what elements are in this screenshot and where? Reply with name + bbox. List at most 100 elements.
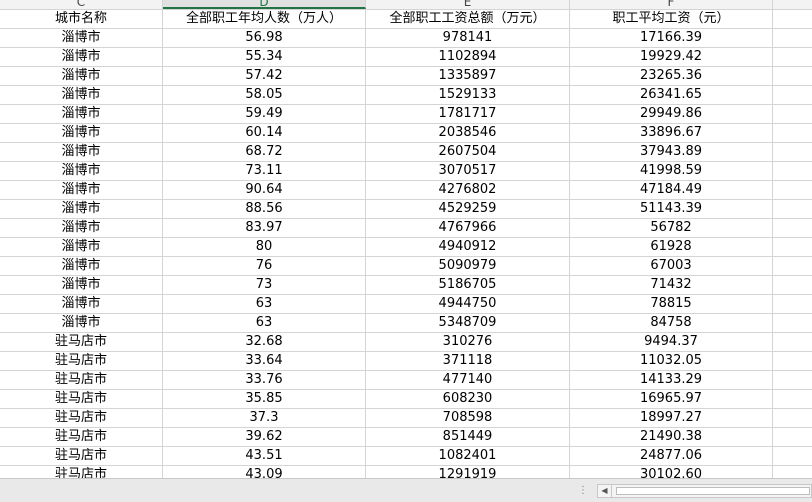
cell[interactable]: 淄博市	[0, 295, 163, 314]
cell[interactable]: 19929.42	[570, 48, 773, 67]
cell[interactable]: 57.42	[163, 67, 366, 86]
cell[interactable]: 驻马店市	[0, 352, 163, 371]
horizontal-scrollbar[interactable]: ◀	[597, 484, 812, 498]
cell[interactable]: 56.98	[163, 29, 366, 48]
cell[interactable]: 32.68	[163, 333, 366, 352]
cell[interactable]: 41998.59	[570, 162, 773, 181]
cell[interactable]: 88.56	[163, 200, 366, 219]
tab-splitter-handle[interactable]: ⋮	[578, 486, 588, 496]
cell[interactable]: 73.11	[163, 162, 366, 181]
cell[interactable]	[773, 276, 812, 295]
cell[interactable]: 4529259	[366, 200, 570, 219]
cell[interactable]: 9494.37	[570, 333, 773, 352]
cell[interactable]	[773, 48, 812, 67]
cell[interactable]: 90.64	[163, 181, 366, 200]
column-header-e[interactable]: E	[366, 0, 570, 9]
cell[interactable]	[773, 314, 812, 333]
cell[interactable]: 80	[163, 238, 366, 257]
cell[interactable]: 30102.60	[570, 466, 773, 478]
cell[interactable]: 608230	[366, 390, 570, 409]
cell[interactable]: 11032.05	[570, 352, 773, 371]
cell[interactable]: 43.09	[163, 466, 366, 478]
cell[interactable]	[773, 86, 812, 105]
scroll-left-icon[interactable]: ◀	[598, 485, 612, 497]
cell[interactable]	[773, 352, 812, 371]
cell[interactable]: 33.76	[163, 371, 366, 390]
cell[interactable]: 39.62	[163, 428, 366, 447]
cell[interactable]: 55.34	[163, 48, 366, 67]
cell[interactable]	[773, 409, 812, 428]
cell[interactable]: 1291919	[366, 466, 570, 478]
cell[interactable]: 78815	[570, 295, 773, 314]
cell[interactable]: 1529133	[366, 86, 570, 105]
cell[interactable]: 16965.97	[570, 390, 773, 409]
cell[interactable]: 68.72	[163, 143, 366, 162]
cell[interactable]	[773, 333, 812, 352]
cell[interactable]	[773, 105, 812, 124]
cell[interactable]	[773, 257, 812, 276]
cell[interactable]: 21490.38	[570, 428, 773, 447]
cell[interactable]: 84758	[570, 314, 773, 333]
cell[interactable]: 71432	[570, 276, 773, 295]
cell[interactable]: 5348709	[366, 314, 570, 333]
cell[interactable]: 61928	[570, 238, 773, 257]
cell[interactable]: 56782	[570, 219, 773, 238]
cell[interactable]: 43.51	[163, 447, 366, 466]
cell[interactable]: 37.3	[163, 409, 366, 428]
cell[interactable]: 全部职工工资总额（万元）	[366, 10, 570, 29]
cell[interactable]: 淄博市	[0, 162, 163, 181]
cell[interactable]: 5186705	[366, 276, 570, 295]
cell[interactable]: 淄博市	[0, 219, 163, 238]
cell[interactable]: 18997.27	[570, 409, 773, 428]
cell[interactable]: 73	[163, 276, 366, 295]
cell[interactable]: 63	[163, 314, 366, 333]
cell[interactable]: 全部职工年均人数（万人）	[163, 10, 366, 29]
cell[interactable]: 职工平均工资（元）	[570, 10, 773, 29]
cell[interactable]: 淄博市	[0, 181, 163, 200]
cell[interactable]: 59.49	[163, 105, 366, 124]
cell[interactable]: 淄博市	[0, 276, 163, 295]
cell[interactable]	[773, 29, 812, 48]
cell[interactable]: 淄博市	[0, 67, 163, 86]
cell[interactable]: 淄博市	[0, 200, 163, 219]
column-header-d[interactable]: D	[163, 0, 366, 9]
cell[interactable]: 4940912	[366, 238, 570, 257]
cell[interactable]: 驻马店市	[0, 371, 163, 390]
cell[interactable]: 23265.36	[570, 67, 773, 86]
cell[interactable]: 淄博市	[0, 105, 163, 124]
cell[interactable]	[773, 219, 812, 238]
cell[interactable]	[773, 143, 812, 162]
cell[interactable]: 35.85	[163, 390, 366, 409]
cell[interactable]: 驻马店市	[0, 428, 163, 447]
cell[interactable]: 驻马店市	[0, 447, 163, 466]
cell[interactable]: 371118	[366, 352, 570, 371]
cell[interactable]: 淄博市	[0, 86, 163, 105]
cell[interactable]: 26341.65	[570, 86, 773, 105]
cell[interactable]	[773, 466, 812, 478]
cell[interactable]	[773, 124, 812, 143]
cell[interactable]: 60.14	[163, 124, 366, 143]
cell[interactable]: 驻马店市	[0, 409, 163, 428]
cell[interactable]	[773, 238, 812, 257]
cell[interactable]: 3070517	[366, 162, 570, 181]
cell[interactable]	[773, 200, 812, 219]
cell[interactable]: 淄博市	[0, 124, 163, 143]
cell[interactable]	[773, 162, 812, 181]
cell[interactable]: 2607504	[366, 143, 570, 162]
cell[interactable]: 76	[163, 257, 366, 276]
cell[interactable]: 4944750	[366, 295, 570, 314]
cell[interactable]	[773, 447, 812, 466]
cell[interactable]: 1102894	[366, 48, 570, 67]
cell[interactable]: 67003	[570, 257, 773, 276]
scroll-thumb[interactable]	[616, 487, 810, 495]
cell[interactable]: 4767966	[366, 219, 570, 238]
cell[interactable]	[773, 428, 812, 447]
cell[interactable]: 51143.39	[570, 200, 773, 219]
cell[interactable]: 1335897	[366, 67, 570, 86]
cell[interactable]: 33.64	[163, 352, 366, 371]
cell[interactable]	[773, 390, 812, 409]
cell[interactable]: 978141	[366, 29, 570, 48]
cell[interactable]: 477140	[366, 371, 570, 390]
column-header-c[interactable]: C	[0, 0, 163, 9]
cell[interactable]: 29949.86	[570, 105, 773, 124]
